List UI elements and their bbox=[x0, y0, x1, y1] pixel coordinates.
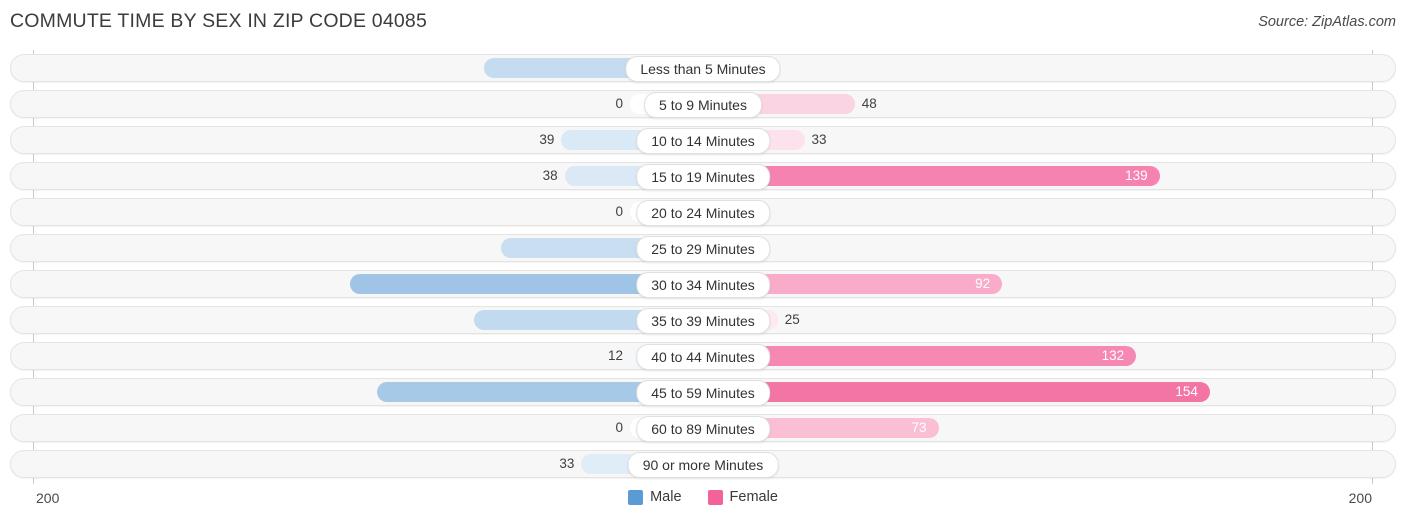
table-row[interactable]: 0 73 60 to 89 Minutes bbox=[10, 414, 1396, 442]
bar-value-female: 92 bbox=[975, 276, 991, 291]
category-label: 60 to 89 Minutes bbox=[636, 416, 770, 442]
chart-legend: Male Female bbox=[0, 489, 1406, 505]
table-row[interactable]: 0020 to 24 Minutes bbox=[10, 198, 1396, 226]
table-row[interactable]: 652535 to 39 Minutes bbox=[10, 306, 1396, 334]
bar-value-male: 0 bbox=[615, 96, 623, 111]
bar-value-female: 73 bbox=[911, 420, 927, 435]
category-label: 90 or more Minutes bbox=[627, 452, 779, 478]
bar-value-female: 154 bbox=[1175, 384, 1198, 399]
table-row[interactable]: 9415445 to 59 Minutes bbox=[10, 378, 1396, 406]
chart-footer: 200 200 Male Female bbox=[0, 484, 1406, 523]
category-label: 10 to 14 Minutes bbox=[636, 128, 770, 154]
bar-female[interactable] bbox=[694, 382, 1210, 402]
table-row[interactable]: 33090 or more Minutes bbox=[10, 450, 1396, 478]
legend-item-female[interactable]: Female bbox=[707, 489, 778, 505]
bar-value-male: 0 bbox=[615, 420, 623, 435]
bar-value-female: 25 bbox=[784, 312, 800, 327]
category-label: 40 to 44 Minutes bbox=[636, 344, 770, 370]
table-row[interactable]: 12 132 40 to 44 Minutes bbox=[10, 342, 1396, 370]
chart-plot-area: 620Less than 5 Minutes 0 48 5 to 9 Minutes 3… bbox=[0, 50, 1406, 484]
bar-value-male: 38 bbox=[542, 168, 558, 183]
bar-value-male: 33 bbox=[559, 456, 575, 471]
table-row[interactable]: 0 48 5 to 9 Minutes bbox=[10, 90, 1396, 118]
chart-root: COMMUTE TIME BY SEX IN ZIP CODE 04085 So… bbox=[0, 0, 1406, 523]
bar-value-male: 12 bbox=[607, 348, 623, 363]
page-title: COMMUTE TIME BY SEX IN ZIP CODE 04085 bbox=[10, 10, 428, 32]
legend-label-female: Female bbox=[729, 489, 778, 505]
category-label: 20 to 24 Minutes bbox=[636, 200, 770, 226]
table-row[interactable]: 57025 to 29 Minutes bbox=[10, 234, 1396, 262]
bar-value-female: 48 bbox=[861, 96, 877, 111]
category-label: 30 to 34 Minutes bbox=[636, 272, 770, 298]
category-label: 15 to 19 Minutes bbox=[636, 164, 770, 190]
bar-value-female: 33 bbox=[811, 132, 827, 147]
table-row[interactable]: 39 33 10 to 14 Minutes bbox=[10, 126, 1396, 154]
chart-header: COMMUTE TIME BY SEX IN ZIP CODE 04085 So… bbox=[0, 0, 1406, 44]
legend-swatch-female-icon bbox=[707, 489, 723, 505]
legend-label-male: Male bbox=[650, 489, 682, 505]
table-row[interactable]: 620Less than 5 Minutes bbox=[10, 54, 1396, 82]
category-label: 45 to 59 Minutes bbox=[636, 380, 770, 406]
bar-value-male: 0 bbox=[615, 204, 623, 219]
bar-value-female: 139 bbox=[1125, 168, 1148, 183]
bar-value-male: 39 bbox=[539, 132, 555, 147]
source-attribution: Source: ZipAtlas.com bbox=[1258, 14, 1396, 30]
legend-item-male[interactable]: Male bbox=[628, 489, 682, 505]
category-label: 5 to 9 Minutes bbox=[644, 92, 762, 118]
table-row[interactable]: 38 139 15 to 19 Minutes bbox=[10, 162, 1396, 190]
table-row[interactable]: 1029230 to 34 Minutes bbox=[10, 270, 1396, 298]
category-label: Less than 5 Minutes bbox=[625, 56, 781, 82]
category-label: 25 to 29 Minutes bbox=[636, 236, 770, 262]
category-label: 35 to 39 Minutes bbox=[636, 308, 770, 334]
bar-value-female: 132 bbox=[1101, 348, 1125, 363]
legend-swatch-male-icon bbox=[628, 489, 644, 505]
